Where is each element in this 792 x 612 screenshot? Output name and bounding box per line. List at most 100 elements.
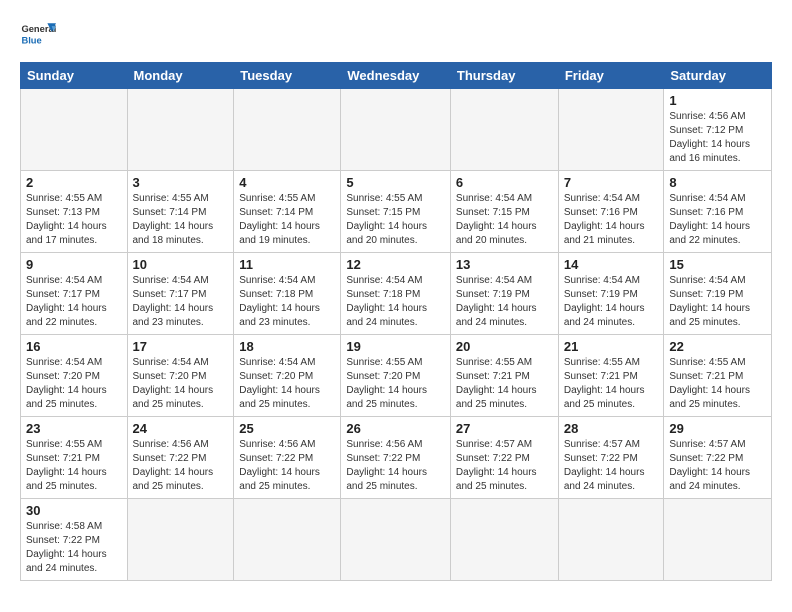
day-number: 19 (346, 339, 445, 354)
day-number: 5 (346, 175, 445, 190)
day-info: Sunrise: 4:55 AM Sunset: 7:21 PM Dayligh… (669, 356, 766, 412)
calendar-table: SundayMondayTuesdayWednesdayThursdayFrid… (20, 62, 772, 581)
calendar-cell (450, 89, 558, 171)
calendar-cell: 11 Sunrise: 4:54 AM Sunset: 7:18 PM Dayli… (234, 253, 341, 335)
day-info: Sunrise: 4:54 AM Sunset: 7:17 PM Dayligh… (26, 274, 122, 330)
calendar-cell: 21 Sunrise: 4:55 AM Sunset: 7:21 PM Dayli… (558, 335, 664, 417)
day-info: Sunrise: 4:55 AM Sunset: 7:14 PM Dayligh… (239, 192, 335, 248)
day-number: 16 (26, 339, 122, 354)
day-number: 3 (133, 175, 229, 190)
calendar-week-row: 1Sunrise: 4:56 AM Sunset: 7:12 PM Daylig… (21, 89, 772, 171)
day-info: Sunrise: 4:54 AM Sunset: 7:18 PM Dayligh… (346, 274, 445, 330)
day-number: 4 (239, 175, 335, 190)
calendar-cell (341, 89, 451, 171)
day-number: 12 (346, 257, 445, 272)
calendar-week-row: 16 Sunrise: 4:54 AM Sunset: 7:20 PM Dayli… (21, 335, 772, 417)
calendar-cell: 2 Sunrise: 4:55 AM Sunset: 7:13 PM Daylig… (21, 171, 128, 253)
calendar-cell: 12 Sunrise: 4:54 AM Sunset: 7:18 PM Dayli… (341, 253, 451, 335)
calendar-cell: 25 Sunrise: 4:56 AM Sunset: 7:22 PM Dayli… (234, 417, 341, 499)
day-number: 25 (239, 421, 335, 436)
calendar-cell (127, 89, 234, 171)
calendar-cell (558, 89, 664, 171)
svg-text:Blue: Blue (21, 35, 41, 45)
calendar-cell: 3 Sunrise: 4:55 AM Sunset: 7:14 PM Daylig… (127, 171, 234, 253)
calendar-cell: 28 Sunrise: 4:57 AM Sunset: 7:22 PM Dayli… (558, 417, 664, 499)
calendar-cell: 29 Sunrise: 4:57 AM Sunset: 7:22 PM Dayli… (664, 417, 772, 499)
day-number: 9 (26, 257, 122, 272)
day-number: 29 (669, 421, 766, 436)
day-number: 27 (456, 421, 553, 436)
day-info: Sunrise: 4:57 AM Sunset: 7:22 PM Dayligh… (669, 438, 766, 494)
calendar-cell: 17Sunrise: 4:54 AM Sunset: 7:20 PM Dayli… (127, 335, 234, 417)
logo: General Blue (20, 16, 56, 52)
day-number: 7 (564, 175, 659, 190)
column-header-saturday: Saturday (664, 63, 772, 89)
day-info: Sunrise: 4:55 AM Sunset: 7:15 PM Dayligh… (346, 192, 445, 248)
generalblue-logo-icon: General Blue (20, 16, 56, 52)
day-number: 2 (26, 175, 122, 190)
calendar-cell: 5 Sunrise: 4:55 AM Sunset: 7:15 PM Daylig… (341, 171, 451, 253)
day-number: 26 (346, 421, 445, 436)
calendar-week-row: 23Sunrise: 4:55 AM Sunset: 7:21 PM Dayli… (21, 417, 772, 499)
calendar-cell (558, 499, 664, 581)
column-header-thursday: Thursday (450, 63, 558, 89)
calendar-cell (234, 89, 341, 171)
calendar-cell (127, 499, 234, 581)
day-info: Sunrise: 4:55 AM Sunset: 7:13 PM Dayligh… (26, 192, 122, 248)
day-number: 24 (133, 421, 229, 436)
day-number: 28 (564, 421, 659, 436)
calendar-cell: 30Sunrise: 4:58 AM Sunset: 7:22 PM Dayli… (21, 499, 128, 581)
day-info: Sunrise: 4:54 AM Sunset: 7:18 PM Dayligh… (239, 274, 335, 330)
calendar-cell: 23Sunrise: 4:55 AM Sunset: 7:21 PM Dayli… (21, 417, 128, 499)
column-header-friday: Friday (558, 63, 664, 89)
day-info: Sunrise: 4:54 AM Sunset: 7:16 PM Dayligh… (669, 192, 766, 248)
day-info: Sunrise: 4:55 AM Sunset: 7:21 PM Dayligh… (564, 356, 659, 412)
calendar-cell (234, 499, 341, 581)
day-info: Sunrise: 4:57 AM Sunset: 7:22 PM Dayligh… (564, 438, 659, 494)
calendar-cell (21, 89, 128, 171)
calendar-cell (664, 499, 772, 581)
day-number: 10 (133, 257, 229, 272)
calendar-cell: 6 Sunrise: 4:54 AM Sunset: 7:15 PM Daylig… (450, 171, 558, 253)
day-number: 17 (133, 339, 229, 354)
calendar-cell: 8 Sunrise: 4:54 AM Sunset: 7:16 PM Daylig… (664, 171, 772, 253)
calendar-header-row: SundayMondayTuesdayWednesdayThursdayFrid… (21, 63, 772, 89)
day-number: 1 (669, 93, 766, 108)
calendar-cell: 20Sunrise: 4:55 AM Sunset: 7:21 PM Dayli… (450, 335, 558, 417)
day-number: 30 (26, 503, 122, 518)
calendar-cell: 27 Sunrise: 4:57 AM Sunset: 7:22 PM Dayli… (450, 417, 558, 499)
calendar-cell (341, 499, 451, 581)
calendar-cell: 10 Sunrise: 4:54 AM Sunset: 7:17 PM Dayli… (127, 253, 234, 335)
day-number: 18 (239, 339, 335, 354)
calendar-week-row: 2 Sunrise: 4:55 AM Sunset: 7:13 PM Daylig… (21, 171, 772, 253)
calendar-cell: 19 Sunrise: 4:55 AM Sunset: 7:20 PM Dayli… (341, 335, 451, 417)
column-header-wednesday: Wednesday (341, 63, 451, 89)
day-info: Sunrise: 4:55 AM Sunset: 7:14 PM Dayligh… (133, 192, 229, 248)
day-info: Sunrise: 4:54 AM Sunset: 7:19 PM Dayligh… (564, 274, 659, 330)
header: General Blue (20, 16, 772, 52)
day-info: Sunrise: 4:54 AM Sunset: 7:17 PM Dayligh… (133, 274, 229, 330)
day-number: 21 (564, 339, 659, 354)
day-number: 11 (239, 257, 335, 272)
day-info: Sunrise: 4:55 AM Sunset: 7:20 PM Dayligh… (346, 356, 445, 412)
column-header-sunday: Sunday (21, 63, 128, 89)
day-info: Sunrise: 4:54 AM Sunset: 7:20 PM Dayligh… (26, 356, 122, 412)
day-number: 15 (669, 257, 766, 272)
day-info: Sunrise: 4:57 AM Sunset: 7:22 PM Dayligh… (456, 438, 553, 494)
calendar-cell: 4 Sunrise: 4:55 AM Sunset: 7:14 PM Daylig… (234, 171, 341, 253)
day-number: 13 (456, 257, 553, 272)
day-number: 20 (456, 339, 553, 354)
day-number: 22 (669, 339, 766, 354)
column-header-tuesday: Tuesday (234, 63, 341, 89)
day-info: Sunrise: 4:54 AM Sunset: 7:16 PM Dayligh… (564, 192, 659, 248)
calendar-cell: 22 Sunrise: 4:55 AM Sunset: 7:21 PM Dayli… (664, 335, 772, 417)
day-info: Sunrise: 4:54 AM Sunset: 7:15 PM Dayligh… (456, 192, 553, 248)
day-number: 8 (669, 175, 766, 190)
calendar-cell: 26Sunrise: 4:56 AM Sunset: 7:22 PM Dayli… (341, 417, 451, 499)
calendar-cell: 13 Sunrise: 4:54 AM Sunset: 7:19 PM Dayli… (450, 253, 558, 335)
day-info: Sunrise: 4:54 AM Sunset: 7:19 PM Dayligh… (456, 274, 553, 330)
day-number: 6 (456, 175, 553, 190)
day-info: Sunrise: 4:56 AM Sunset: 7:22 PM Dayligh… (239, 438, 335, 494)
calendar-cell: 16 Sunrise: 4:54 AM Sunset: 7:20 PM Dayli… (21, 335, 128, 417)
day-info: Sunrise: 4:54 AM Sunset: 7:19 PM Dayligh… (669, 274, 766, 330)
